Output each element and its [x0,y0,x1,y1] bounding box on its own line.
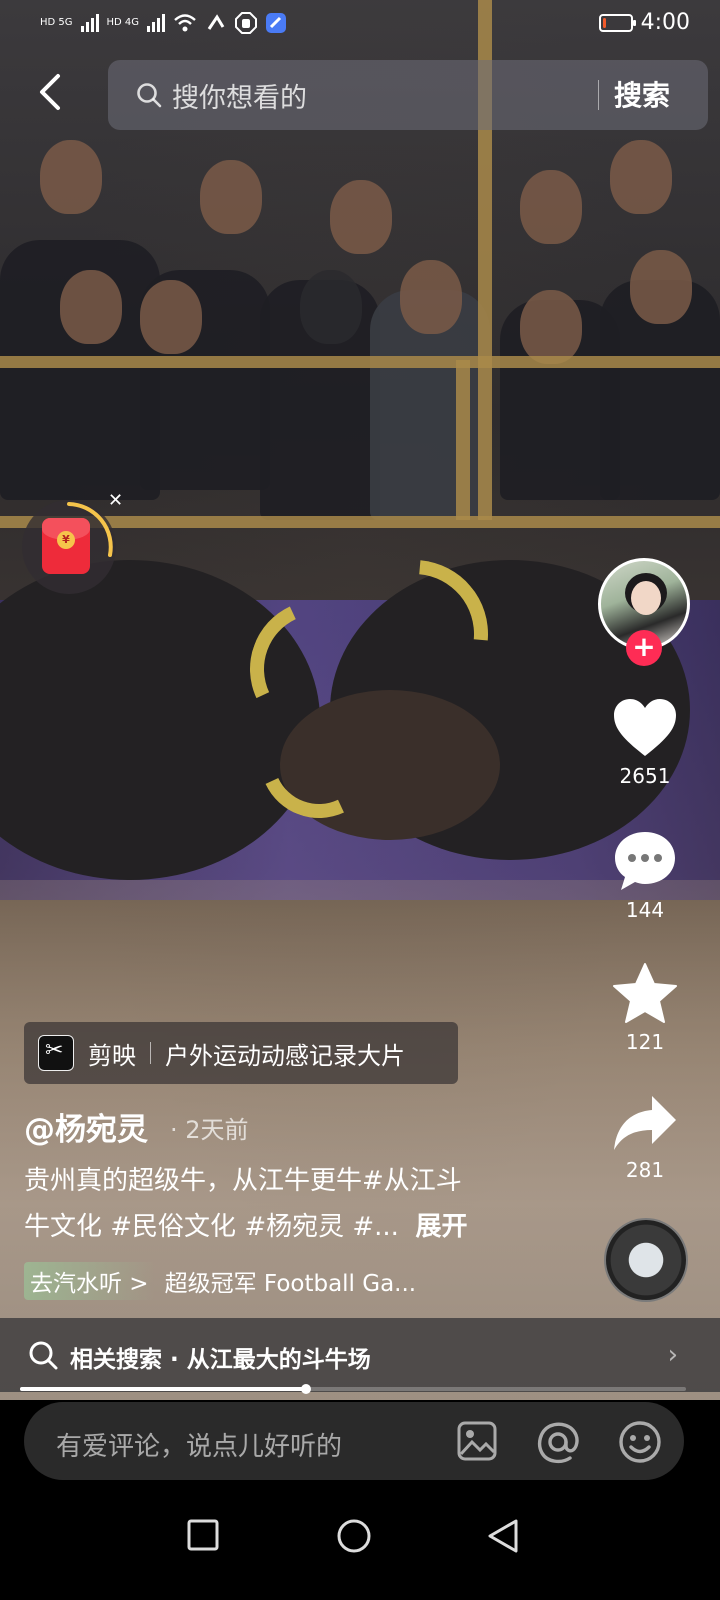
favorite-count: 121 [625,1030,665,1054]
music-app-link[interactable]: 去汽水听 > [24,1262,155,1300]
expand-button[interactable]: 展开 [415,1212,467,1242]
like-button[interactable]: 2651 [600,698,690,788]
comment-button[interactable]: 144 [600,830,690,922]
back-arrow-icon [40,74,60,110]
hand-icon [235,12,258,34]
chevron-right-icon: › [667,1340,678,1370]
capcut-template-tag[interactable]: 剪映 户外运动动感记录大片 [24,1022,458,1084]
post-description[interactable]: 贵州真的超级牛，从江牛更牛#从江斗 牛文化 #民俗文化 #杨宛灵 #... 展开 [24,1158,524,1250]
music-disc[interactable] [604,1218,688,1302]
signal-icon [80,14,99,32]
comment-count: 144 [625,898,665,922]
home-icon[interactable] [336,1518,372,1554]
capcut-app-name: 剪映 [88,1041,136,1070]
comment-icon [615,832,675,890]
system-nav-bar [0,1490,720,1600]
search-placeholder: 搜你想看的 [172,83,307,114]
capcut-logo-icon [38,1035,74,1071]
music-title: 超级冠军 Football Ga... [164,1271,417,1297]
network-label-2: HD 4G [106,17,140,28]
share-count: 281 [625,1158,665,1182]
wifi-icon [174,14,196,32]
app-notification-icon [266,13,287,33]
progress-fill [20,1387,307,1391]
network-label-1: HD 5G [40,17,73,28]
emoji-icon[interactable] [618,1420,662,1464]
search-icon [137,83,162,108]
description-line-1: 贵州真的超级牛，从江牛更牛#从江斗 [24,1166,462,1196]
comment-placeholder: 有爱评论，说点儿好听的 [56,1432,343,1462]
battery-icon [598,13,636,32]
related-search-bar[interactable]: 相关搜索 · 从江最大的斗牛场 › [0,1318,720,1392]
comment-input[interactable]: 有爱评论，说点儿好听的 [24,1402,684,1480]
heart-icon [614,699,676,756]
tag-divider [150,1042,151,1064]
follow-button[interactable]: + [626,630,662,666]
close-icon[interactable]: ✕ [108,490,123,511]
share-button[interactable]: 281 [600,1094,690,1182]
mention-icon[interactable] [536,1420,580,1464]
search-input[interactable]: 搜你想看的 搜索 [108,60,708,130]
search-divider [598,80,599,110]
back-button[interactable] [36,72,76,122]
red-envelope-icon: ¥ [42,518,90,574]
status-bar: HD 5G HD 4G 4:00 [0,0,720,50]
author-name[interactable]: @杨宛灵 [24,1104,148,1149]
red-packet-widget[interactable]: ¥ [22,500,116,594]
like-count: 2651 [619,764,671,788]
image-icon[interactable] [456,1420,498,1462]
music-line[interactable]: 去汽水听 > 超级冠军 Football Ga... [24,1262,416,1300]
search-button[interactable]: 搜索 [614,74,670,114]
favorite-button[interactable]: 121 [600,962,690,1054]
star-icon [613,963,677,1023]
clock: 4:00 [640,10,690,35]
share-icon [614,1096,676,1150]
back-nav-icon[interactable] [486,1518,520,1554]
related-search-text: 相关搜索 · 从江最大的斗牛场 [70,1347,371,1373]
description-line-2: 牛文化 #民俗文化 #杨宛灵 #... [24,1212,399,1242]
recents-icon[interactable] [186,1518,220,1552]
video-progress-bar[interactable] [20,1384,686,1394]
capcut-template-name: 户外运动动感记录大片 [165,1041,405,1070]
signal-icon-2 [147,14,166,32]
post-time: · 2天前 [170,1116,249,1144]
nfc-icon [207,14,225,30]
search-icon [29,1341,58,1370]
